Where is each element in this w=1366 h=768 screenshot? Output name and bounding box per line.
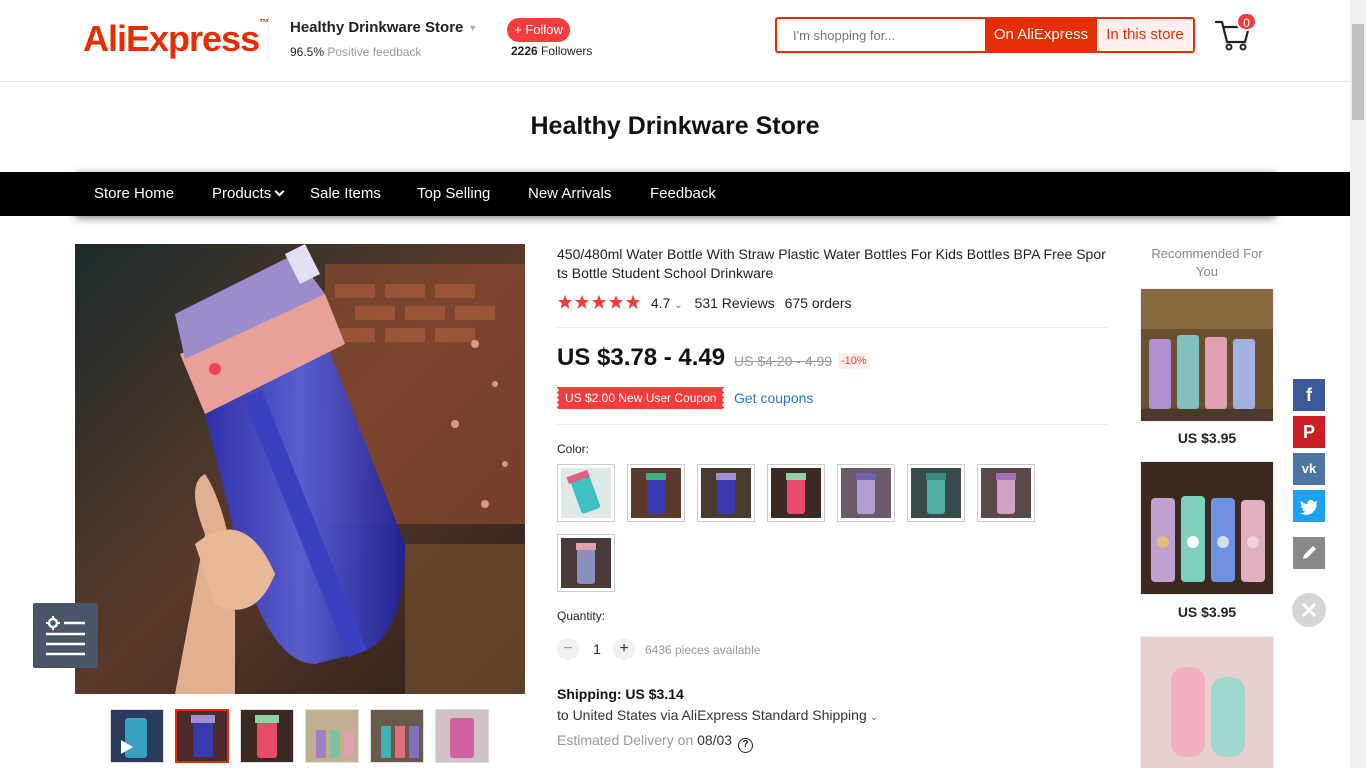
new-user-coupon[interactable]: US $2.00 New User Coupon — [554, 387, 727, 409]
facebook-icon[interactable]: f — [1293, 379, 1325, 411]
recommended-title: Recommended For You — [1151, 246, 1263, 279]
color-swatch-4[interactable] — [767, 464, 825, 522]
recommended-price-1: US $3.95 — [1177, 430, 1237, 446]
color-swatch-8[interactable] — [557, 534, 615, 592]
recommended-item-1[interactable] — [1140, 288, 1274, 422]
reviews-link[interactable]: 531 Reviews — [695, 295, 775, 311]
rating-row: 4.7 ⌄ 531 Reviews 675 orders — [557, 294, 852, 312]
star-icon — [575, 295, 589, 309]
nav-top-selling[interactable]: Top Selling — [417, 172, 490, 216]
estimated-delivery-date: 08/03 — [697, 732, 733, 748]
help-icon[interactable]: ? — [738, 738, 754, 753]
product-title: 450/480ml Water Bottle With Straw Plasti… — [557, 246, 1106, 281]
product-main-image[interactable] — [75, 244, 525, 694]
discount-badge: -10% — [838, 353, 870, 369]
color-swatch-2[interactable] — [627, 464, 685, 522]
star-icon — [609, 295, 623, 309]
search-bar: On AliExpress In this store — [775, 17, 1195, 53]
quantity-increase-button[interactable]: + — [613, 638, 635, 660]
feedback-label: Positive feedback — [327, 45, 422, 59]
store-banner-title: Healthy Drinkware Store — [530, 112, 820, 140]
thumbnail-video[interactable] — [110, 709, 164, 763]
feedback-percent: 96.5% — [290, 45, 325, 59]
shipping-method: to United States via AliExpress Standard… — [557, 707, 867, 723]
followers-count: 2226 Followers — [511, 44, 592, 58]
followers-label: Followers — [541, 44, 593, 58]
settings-list-icon — [46, 616, 85, 656]
logo-tm: ™ — [259, 18, 269, 29]
color-swatch-7[interactable] — [977, 464, 1035, 522]
edit-icon[interactable] — [1293, 537, 1325, 569]
quantity-value[interactable]: 1 — [585, 641, 609, 657]
divider — [557, 424, 1108, 425]
store-name: Healthy Drinkware Store — [290, 19, 464, 36]
recommended-item-3[interactable] — [1140, 636, 1274, 768]
rating-stars — [557, 295, 646, 311]
chevron-down-icon: ⌄ — [869, 712, 879, 723]
caret-down-icon: ▼ — [468, 23, 478, 34]
star-icon — [558, 295, 572, 309]
thumbnail-2[interactable] — [175, 709, 229, 763]
pieces-available: 6436 pieces available — [645, 643, 761, 657]
followers-number: 2226 — [511, 44, 538, 58]
search-aliexpress-button[interactable]: On AliExpress — [985, 19, 1097, 51]
quantity-decrease-button[interactable]: − — [557, 638, 579, 660]
original-price: US $4.20 - 4.99 — [734, 353, 833, 369]
shipping-cost: Shipping: US $3.14 — [557, 686, 684, 702]
nav-products-label: Products — [212, 185, 272, 202]
close-icon[interactable] — [1292, 593, 1326, 627]
thumbnail-4[interactable] — [305, 709, 359, 763]
store-nav: Store Home Products Sale Items Top Selli… — [0, 172, 1350, 216]
color-swatch-3[interactable] — [697, 464, 755, 522]
recommended-item-2[interactable] — [1140, 461, 1274, 595]
estimated-delivery-label: Estimated Delivery on — [557, 732, 694, 748]
product-price: US $3.78 - 4.49 — [557, 344, 726, 371]
star-icon — [626, 295, 640, 309]
quantity-label: Quantity: — [557, 609, 606, 623]
recommended-price-2: US $3.95 — [1177, 604, 1237, 620]
aliexpress-logo[interactable]: AliExpress™ — [83, 18, 269, 60]
search-input[interactable] — [777, 19, 985, 51]
cart-count-badge: 0 — [1236, 12, 1257, 31]
get-coupons-link[interactable]: Get coupons — [734, 390, 813, 406]
nav-store-home[interactable]: Store Home — [94, 172, 174, 216]
search-store-button[interactable]: In this store — [1097, 19, 1193, 51]
color-swatch-6[interactable] — [907, 464, 965, 522]
rating-number: 4.7 — [650, 295, 671, 311]
store-feedback: 96.5% Positive feedback — [290, 45, 421, 59]
pinterest-icon[interactable]: P — [1293, 416, 1325, 448]
nav-feedback[interactable]: Feedback — [650, 172, 716, 216]
thumbnail-6[interactable] — [435, 709, 489, 763]
orders-count: 675 orders — [784, 295, 852, 311]
logo-text: AliExpress — [83, 18, 260, 59]
page: AliExpress™ Healthy Drinkware Store ▼ 96.… — [0, 0, 1366, 768]
twitter-icon[interactable] — [1293, 490, 1325, 522]
nav-sale-items[interactable]: Sale Items — [310, 172, 381, 216]
color-swatch-1[interactable] — [557, 464, 615, 522]
site-header: AliExpress™ Healthy Drinkware Store ▼ 96.… — [0, 0, 1350, 82]
nav-products[interactable]: Products — [212, 172, 285, 216]
floating-menu-button[interactable] — [33, 603, 98, 668]
header-divider — [268, 18, 269, 60]
rating-value[interactable]: 4.7 ⌄ — [651, 295, 683, 311]
star-icon — [592, 295, 606, 309]
vk-icon[interactable]: vk — [1293, 453, 1325, 485]
scrollbar-thumb[interactable] — [1352, 24, 1364, 120]
estimated-delivery: Estimated Delivery on 08/03? — [557, 732, 754, 753]
store-nav-inner: Store Home Products Sale Items Top Selli… — [75, 172, 1275, 216]
thumbnail-5[interactable] — [370, 709, 424, 763]
divider — [557, 327, 1108, 328]
shipping-method-selector[interactable]: to United States via AliExpress Standard… — [557, 707, 878, 723]
chevron-down-icon: ⌄ — [674, 300, 683, 311]
nav-new-arrivals[interactable]: New Arrivals — [528, 172, 611, 216]
color-label: Color: — [557, 442, 590, 456]
store-name-link[interactable]: Healthy Drinkware Store ▼ — [290, 19, 477, 36]
chevron-down-icon — [274, 186, 285, 197]
follow-button[interactable]: + Follow — [507, 18, 570, 42]
thumbnail-3[interactable] — [240, 709, 294, 763]
color-swatch-5[interactable] — [837, 464, 895, 522]
